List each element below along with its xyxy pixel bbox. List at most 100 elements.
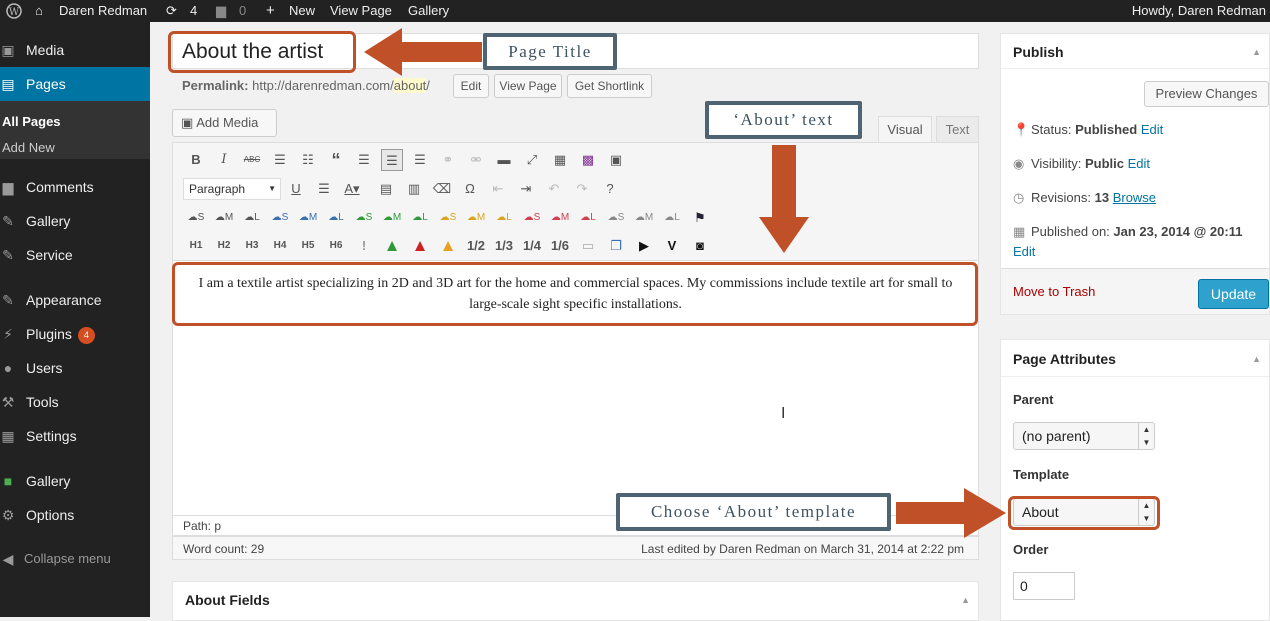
divider-icon[interactable]: ▭ <box>577 235 599 257</box>
warning-yellow-icon[interactable]: ▲ <box>437 235 459 257</box>
align-center-icon[interactable]: ☰ <box>381 149 403 171</box>
shortcode-green-l-icon[interactable]: ☁L <box>409 207 431 229</box>
shortcode-s-icon[interactable]: ☁S <box>185 207 207 229</box>
help-icon[interactable]: ? <box>599 178 621 200</box>
published-on-edit-link[interactable]: Edit <box>1013 244 1035 259</box>
shortcode-blue-m-icon[interactable]: ☁M <box>297 207 319 229</box>
collapse-arrow-icon[interactable]: ▲ <box>961 595 970 605</box>
shortcode-red-s-icon[interactable]: ☁S <box>521 207 543 229</box>
fullscreen-icon[interactable]: ⤢ <box>521 149 543 171</box>
camera-icon[interactable]: ◙ <box>689 235 711 257</box>
bold-icon[interactable]: B <box>185 149 207 171</box>
view-page-link[interactable]: View Page <box>330 3 392 19</box>
align-left-icon[interactable]: ☰ <box>353 149 375 171</box>
notice-gray-icon[interactable]: ! <box>353 235 375 257</box>
tab-visual[interactable]: Visual <box>878 116 932 143</box>
permalink-edit-button[interactable]: Edit <box>453 74 489 98</box>
updates-count[interactable]: 4 <box>190 3 197 19</box>
shortcode-l-icon[interactable]: ☁L <box>241 207 263 229</box>
menu-settings[interactable]: ▦ Settings <box>0 419 150 453</box>
omega-icon[interactable]: Ω <box>459 178 481 200</box>
view-page-button[interactable]: View Page <box>494 74 562 98</box>
site-name-link[interactable]: Daren Redman <box>59 3 147 19</box>
column-half-icon[interactable]: 1/2 <box>465 235 487 257</box>
shortcode-red-m-icon[interactable]: ☁M <box>549 207 571 229</box>
updates-icon[interactable]: ⟳ <box>166 3 177 19</box>
menu-options[interactable]: ⚙ Options <box>0 498 150 532</box>
parent-select[interactable]: (no parent) ▲ ▼ <box>1013 422 1155 450</box>
format-select[interactable]: Paragraph ▼ <box>183 178 281 200</box>
heading-h3-icon[interactable]: H3 <box>241 235 263 257</box>
heading-h1-icon[interactable]: H1 <box>185 235 207 257</box>
collapse-arrow-icon[interactable]: ▲ <box>1252 354 1261 364</box>
menu-users[interactable]: ● Users <box>0 351 150 385</box>
underline-icon[interactable]: U <box>285 178 307 200</box>
outdent-icon[interactable]: ⇤ <box>487 178 509 200</box>
collapse-arrow-icon[interactable]: ▲ <box>1252 47 1261 57</box>
align-right-icon[interactable]: ☰ <box>409 149 431 171</box>
shortcode-green-s-icon[interactable]: ☁S <box>353 207 375 229</box>
menu-gallery[interactable]: ✎ Gallery <box>0 204 150 238</box>
link-icon[interactable]: ⚭ <box>437 149 459 171</box>
plus-icon[interactable]: + <box>266 3 275 19</box>
add-media-button[interactable]: ▣ Add Media <box>172 109 277 137</box>
menu-plugins[interactable]: ⚡ Plugins 4 <box>0 317 150 351</box>
youtube-icon[interactable]: ▶ <box>633 235 655 257</box>
read-more-icon[interactable]: ▬ <box>493 149 515 171</box>
column-third-icon[interactable]: 1/3 <box>493 235 515 257</box>
menu-media[interactable]: ▣ Media <box>0 33 150 67</box>
new-link[interactable]: New <box>289 3 315 19</box>
menu-service[interactable]: ✎ Service <box>0 238 150 272</box>
order-input[interactable]: 0 <box>1013 572 1075 600</box>
shortcode-m-icon[interactable]: ☁M <box>213 207 235 229</box>
blockquote-icon[interactable]: “ <box>325 149 347 171</box>
submenu-all-pages[interactable]: All Pages <box>2 114 61 129</box>
bullet-list-icon[interactable]: ☰ <box>269 149 291 171</box>
column-sixth-icon[interactable]: 1/6 <box>549 235 571 257</box>
shortcode-gray-s-icon[interactable]: ☁S <box>605 207 627 229</box>
column-quarter-icon[interactable]: 1/4 <box>521 235 543 257</box>
update-button[interactable]: Update <box>1198 279 1269 309</box>
shortcode-gray-l-icon[interactable]: ☁L <box>661 207 683 229</box>
publish-title[interactable]: Publish <box>1013 44 1064 60</box>
numbered-list-icon[interactable]: ☷ <box>297 149 319 171</box>
comments-icon[interactable]: ▆ <box>216 3 226 19</box>
browse-revisions-link[interactable]: Browse <box>1113 190 1156 205</box>
shortcode-red-l-icon[interactable]: ☁L <box>577 207 599 229</box>
heading-h2-icon[interactable]: H2 <box>213 235 235 257</box>
paste-word-icon[interactable]: ▥ <box>403 178 425 200</box>
clear-formatting-icon[interactable]: ⌫ <box>431 178 453 200</box>
heading-h6-icon[interactable]: H6 <box>325 235 347 257</box>
menu-gallery-plugin[interactable]: ■ Gallery <box>0 464 150 498</box>
shortcode-yellow-m-icon[interactable]: ☁M <box>465 207 487 229</box>
italic-icon[interactable]: I <box>213 149 235 171</box>
gallery-link[interactable]: Gallery <box>408 3 449 19</box>
about-fields-title[interactable]: About Fields <box>185 592 270 608</box>
menu-pages[interactable]: ▤ Pages <box>0 67 150 101</box>
shortcode-blue-l-icon[interactable]: ☁L <box>325 207 347 229</box>
undo-icon[interactable]: ↶ <box>543 178 565 200</box>
redo-icon[interactable]: ↷ <box>571 178 593 200</box>
heading-h4-icon[interactable]: H4 <box>269 235 291 257</box>
heading-h5-icon[interactable]: H5 <box>297 235 319 257</box>
permalink-url[interactable]: http://darenredman.com/about/ <box>252 78 430 93</box>
submenu-add-new[interactable]: Add New <box>2 140 55 155</box>
page-attributes-title[interactable]: Page Attributes <box>1013 351 1116 367</box>
flag-icon[interactable]: ⚑ <box>689 207 711 229</box>
visibility-edit-link[interactable]: Edit <box>1128 156 1150 171</box>
preview-changes-button[interactable]: Preview Changes <box>1144 81 1269 107</box>
paste-text-icon[interactable]: ▤ <box>375 178 397 200</box>
shortcode-gray-m-icon[interactable]: ☁M <box>633 207 655 229</box>
vimeo-icon[interactable]: V <box>661 235 683 257</box>
text-color-icon[interactable]: A▾ <box>341 178 363 200</box>
wordpress-logo-icon[interactable]: W <box>6 3 22 19</box>
pages-insert-icon[interactable]: ❐ <box>605 235 627 257</box>
move-to-trash-link[interactable]: Move to Trash <box>1013 284 1095 299</box>
menu-appearance[interactable]: ✎ Appearance <box>0 283 150 317</box>
status-edit-link[interactable]: Edit <box>1141 122 1163 137</box>
collapse-menu[interactable]: ◀ Collapse menu <box>0 542 150 576</box>
warning-red-icon[interactable]: ▲ <box>409 235 431 257</box>
tab-text[interactable]: Text <box>936 116 979 143</box>
shortcode-green-m-icon[interactable]: ☁M <box>381 207 403 229</box>
shortcode-blue-s-icon[interactable]: ☁S <box>269 207 291 229</box>
